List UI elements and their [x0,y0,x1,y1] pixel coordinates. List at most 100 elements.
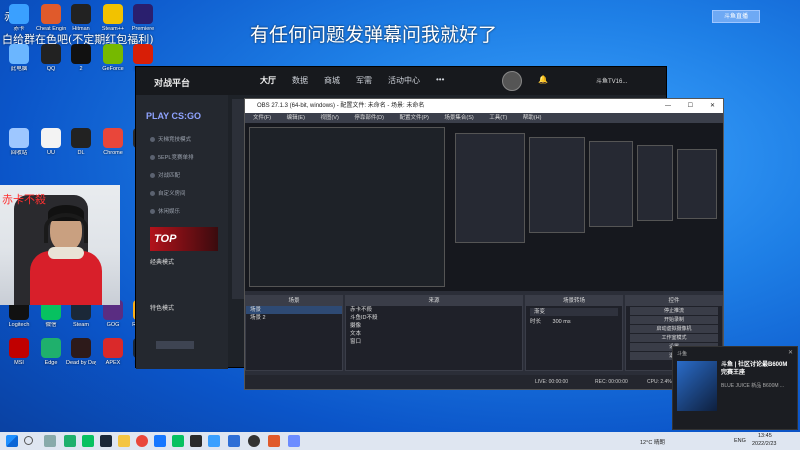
desktop-icon[interactable]: QQ [36,44,66,80]
scene-item[interactable]: 场景 [246,306,342,314]
source-item[interactable]: 摄像 [346,322,522,330]
menu-help[interactable]: 帮助(H) [523,115,542,121]
app-icon[interactable] [288,435,300,447]
nested-preview-4 [589,141,633,227]
controls-header: 控件 [626,296,722,306]
menu-view[interactable]: 视图(V) [320,115,338,121]
mode-button[interactable] [156,341,194,349]
menu-scene-collection[interactable]: 场景集合(S) [444,115,473,121]
transitions-header: 场景转场 [526,296,622,306]
desktop-icon[interactable]: 赤卡 [4,4,34,40]
desktop-icon[interactable]: Steam [66,300,96,336]
desktop-icon[interactable]: 回收站 [4,128,34,164]
scenes-panel: 场景 场景 场景 2 [245,295,343,371]
obs-taskbar-icon[interactable] [248,435,260,447]
desktop-icon[interactable]: Chrome [98,128,128,164]
nav-hall[interactable]: 大厅 [260,75,276,86]
app-icon[interactable] [228,435,240,447]
obs-preview[interactable] [245,123,723,291]
source-item[interactable]: 窗口 [346,338,522,346]
special-header: 特色模式 [150,306,175,312]
side-item-rank[interactable]: 天梯竞技模式 [150,135,191,143]
desktop-icon[interactable]: Dead by Daylight [66,338,96,374]
duration-label: 时长 [530,319,542,325]
sources-panel: 来源 赤卡不殺 斗鱼ID不殺 摄像 文本 窗口 [345,295,523,371]
maximize-icon[interactable]: ☐ [688,99,693,113]
top-banner[interactable]: TOP [150,227,218,251]
desktop-icon[interactable]: 此电脑 [4,44,34,80]
app-icon[interactable] [154,435,166,447]
task-view-icon[interactable] [44,435,56,447]
dot-icon [150,137,155,143]
edge-icon[interactable] [64,435,76,447]
desktop-icon[interactable]: Cheat Engine [36,4,66,40]
desktop-icon[interactable]: GOG [98,300,128,336]
menu-dock[interactable]: 停靠部件(D) [354,115,384,121]
clock-date[interactable]: 2022/2/23 [752,441,776,447]
start-record-button[interactable]: 开始录制 [630,316,718,324]
nav-events[interactable]: 活动中心 [388,75,420,86]
side-item-epl[interactable]: 5EPL竞赛单排 [150,153,193,161]
platform-logo: 对战平台 [154,78,191,88]
desktop-icon[interactable]: APEX [98,338,128,374]
windows-start-icon[interactable] [6,435,18,447]
source-item[interactable]: 斗鱼ID不殺 [346,314,522,322]
source-item[interactable]: 赤卡不殺 [346,306,522,314]
side-item-match[interactable]: 对战匹配 [150,171,180,179]
scene-item[interactable]: 场景 2 [246,314,342,322]
menu-edit[interactable]: 编辑(E) [287,115,305,121]
steam-icon[interactable] [100,435,112,447]
user-avatar[interactable] [502,71,522,91]
wechat-icon[interactable] [82,435,94,447]
weather-text[interactable]: 12°C 晴朗 [640,438,665,446]
nav-supply[interactable]: 军需 [356,75,372,86]
desktop-icon[interactable]: Edge [36,338,66,374]
app-icon [103,4,123,24]
nav-more[interactable]: ••• [436,75,444,84]
side-item-casual[interactable]: 休闲娱乐 [150,207,180,215]
transition-select[interactable]: 渐变 [530,308,618,316]
desktop-icon[interactable]: GeForce [98,44,128,80]
desktop-icon[interactable]: 2 [66,44,96,80]
desktop-icon[interactable]: Premiere [128,4,158,40]
desktop-icon[interactable]: Logitech [4,300,34,336]
menu-tools[interactable]: 工具(T) [489,115,507,121]
app-icon[interactable] [268,435,280,447]
app-icon [71,44,91,64]
platform-top-bar: 对战平台 大厅 数据 商城 军需 活动中心 ••• 🔔 斗鱼TV16... [136,67,666,95]
close-icon[interactable]: ✕ [788,349,793,356]
folder-icon[interactable] [118,435,130,447]
virtual-camera-button[interactable]: 启动虚拟摄像机 [630,325,718,333]
side-item-custom[interactable]: 自定义房间 [150,189,186,197]
app-icon[interactable] [208,435,220,447]
webcam-feed: 赤卡不殺 [0,185,120,305]
desktop-icon[interactable]: UU [36,128,66,164]
app-icon[interactable] [172,435,184,447]
language-indicator[interactable]: ENG [734,438,746,444]
desktop-icon-label: GOG [106,322,120,328]
bell-icon[interactable]: 🔔 [538,75,548,84]
nav-data[interactable]: 数据 [292,75,308,86]
desktop-icon[interactable]: MSI [4,338,34,374]
close-icon[interactable]: ✕ [710,99,715,113]
desktop-icon[interactable]: DL [66,128,96,164]
duration-field[interactable]: 时长 300 ms [526,318,622,326]
studio-mode-button[interactable]: 工作室模式 [630,334,718,342]
desktop-icon[interactable]: 微信 [36,300,66,336]
notification-popup[interactable]: 斗鱼 斗鱼 | 社区讨论最B600M 完赛王座 BLUE JUICE 新品 B6… [672,346,798,430]
nav-shop[interactable]: 商城 [324,75,340,86]
user-name[interactable]: 斗鱼TV16... [596,76,627,85]
search-icon[interactable] [24,436,33,445]
app-icon[interactable] [190,435,202,447]
stop-stream-button[interactable]: 停止推流 [630,307,718,315]
desktop-icon[interactable]: Steam++ [98,4,128,40]
chrome-icon[interactable] [136,435,148,447]
minimize-icon[interactable]: — [665,99,671,113]
menu-file[interactable]: 文件(F) [253,115,271,121]
source-item[interactable]: 文本 [346,330,522,338]
computer-icon [9,44,29,64]
douyu-tray-button[interactable]: 斗鱼直播 [712,10,760,23]
clock-time[interactable]: 13:45 [758,433,772,439]
desktop-icon[interactable]: Hitman [66,4,96,40]
menu-profile[interactable]: 配置文件(P) [399,115,428,121]
